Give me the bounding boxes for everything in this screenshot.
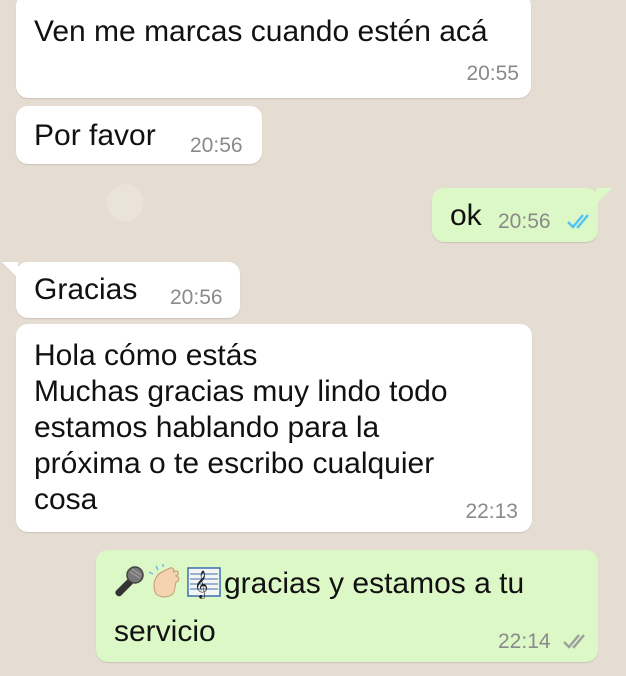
message-text: Ven me marcas cuando estén acá xyxy=(34,15,488,48)
message-timestamp: 22:14 xyxy=(498,630,551,653)
message-line: cosa xyxy=(34,483,98,516)
message-text: Por favor xyxy=(34,119,156,152)
double-check-delivered-icon xyxy=(562,632,592,650)
message-bubble-incoming[interactable]: Hola cómo estás Muchas gracias muy lindo… xyxy=(16,324,532,532)
musical-score-icon: 𝄞 xyxy=(186,564,222,600)
message-line: estamos hablando para la xyxy=(34,411,380,444)
message-bubble-incoming[interactable]: Gracias 20:56 xyxy=(16,262,240,318)
message-timestamp: 20:55 xyxy=(466,62,519,85)
message-bubble-incoming[interactable]: Ven me marcas cuando estén acá 20:55 xyxy=(16,0,531,98)
message-text: Gracias xyxy=(34,273,138,306)
message-text: servicio xyxy=(114,615,216,648)
message-text: gracias y estamos a tu xyxy=(224,567,525,600)
message-bubble-outgoing[interactable]: ok 20:56 xyxy=(432,188,598,242)
message-timestamp: 20:56 xyxy=(190,134,243,157)
message-timestamp: 20:56 xyxy=(498,210,551,233)
message-bubble-outgoing[interactable]: 𝄞 gracias y estamos a tu servicio 22:14 xyxy=(96,550,598,662)
bubble-tail xyxy=(596,188,612,204)
message-timestamp: 20:56 xyxy=(170,286,223,309)
clapping-hands-icon xyxy=(148,564,184,600)
emoji-group: 𝄞 xyxy=(110,564,222,600)
double-check-read-icon xyxy=(566,212,596,230)
message-line: Muchas gracias muy lindo todo xyxy=(34,375,448,408)
message-line: próxima o te escribo cualquier xyxy=(34,447,435,480)
message-timestamp: 22:13 xyxy=(465,500,518,523)
bubble-tail xyxy=(2,262,18,278)
microphone-icon xyxy=(110,564,146,600)
message-text: ok xyxy=(450,199,482,232)
message-bubble-incoming[interactable]: Por favor 20:56 xyxy=(16,106,262,164)
svg-text:𝄞: 𝄞 xyxy=(194,570,208,599)
message-line: Hola cómo estás xyxy=(34,339,258,372)
